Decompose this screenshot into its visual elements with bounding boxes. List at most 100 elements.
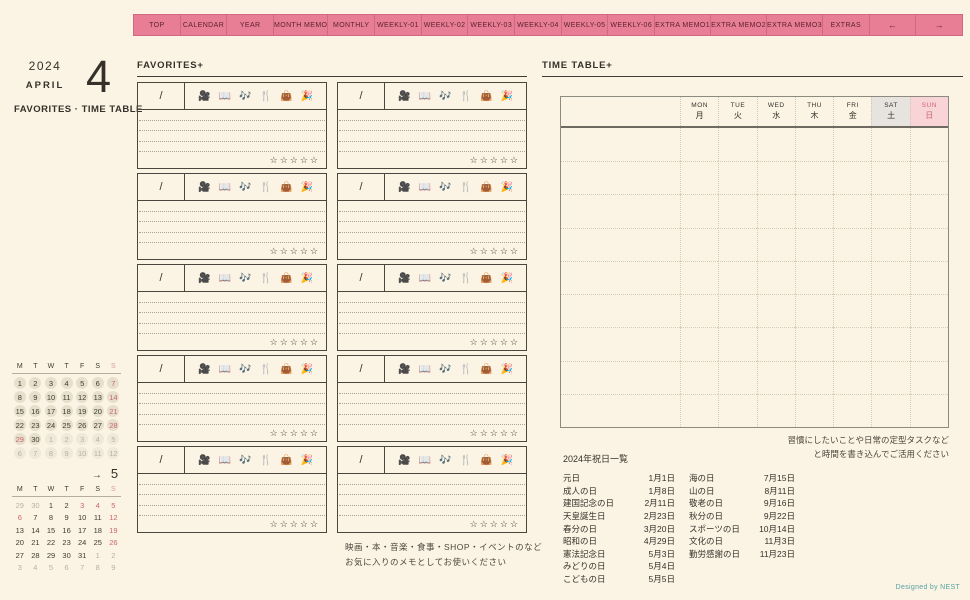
timetable-cell[interactable] (833, 360, 872, 394)
nav-tab-extra-memo3[interactable]: EXTRA MEMO3 (767, 15, 824, 35)
nav-tab-weekly-02[interactable]: WEEKLY-02 (422, 15, 469, 35)
date-field[interactable]: / (138, 83, 185, 109)
memo-line[interactable] (139, 506, 325, 516)
memo-line[interactable] (139, 292, 325, 303)
memo-line[interactable] (139, 233, 325, 243)
nav-tab-month-memo[interactable]: MONTH MEMO (274, 15, 329, 35)
timetable-cell[interactable] (909, 227, 948, 261)
memo-line[interactable] (339, 201, 525, 212)
timetable-cell[interactable] (909, 194, 948, 228)
memo-line[interactable] (139, 131, 325, 142)
memo-line[interactable] (339, 110, 525, 121)
nav-tab-weekly-01[interactable]: WEEKLY-01 (375, 15, 422, 35)
timetable-cell[interactable] (718, 260, 757, 295)
nav-arrow-next[interactable]: → (916, 15, 962, 35)
date-field[interactable]: / (138, 265, 185, 291)
timetable-cell[interactable] (718, 194, 757, 228)
date-field[interactable]: / (338, 174, 385, 200)
timetable-cell[interactable] (680, 128, 718, 162)
memo-line[interactable] (339, 212, 525, 222)
memo-line[interactable] (139, 415, 325, 425)
star-rating[interactable]: ☆☆☆☆☆ (338, 425, 526, 441)
timetable-cell[interactable] (680, 327, 719, 361)
timetable-cell[interactable] (871, 227, 910, 261)
date-field[interactable]: / (338, 265, 385, 291)
timetable-cell[interactable] (909, 327, 948, 361)
nav-tab-weekly-03[interactable]: WEEKLY-03 (468, 15, 516, 35)
memo-line[interactable] (339, 233, 525, 243)
timetable-cell[interactable] (756, 161, 795, 195)
star-rating[interactable]: ☆☆☆☆☆ (138, 516, 326, 532)
memo-line[interactable] (339, 415, 525, 425)
timetable-cell[interactable] (909, 294, 948, 328)
star-rating[interactable]: ☆☆☆☆☆ (338, 152, 526, 168)
memo-line[interactable] (139, 212, 325, 222)
memo-line[interactable] (339, 121, 525, 131)
memo-line[interactable] (339, 131, 525, 142)
memo-line[interactable] (339, 485, 525, 495)
timetable-cell[interactable] (680, 227, 719, 261)
timetable-cell[interactable] (756, 194, 795, 228)
memo-line[interactable] (339, 222, 525, 233)
timetable-cell[interactable] (833, 260, 872, 295)
timetable-cell[interactable] (794, 327, 834, 361)
timetable-cell[interactable] (871, 128, 909, 162)
timetable-cell[interactable] (871, 327, 910, 361)
timetable-cell[interactable] (718, 360, 757, 394)
timetable-cell[interactable] (794, 194, 834, 228)
memo-line[interactable] (339, 313, 525, 324)
next-month-link[interactable]: → 5 (12, 466, 121, 481)
nav-tab-top[interactable]: TOP (134, 15, 181, 35)
memo-line[interactable] (139, 303, 325, 313)
memo-line[interactable] (139, 121, 325, 131)
timetable-cell[interactable] (718, 128, 756, 162)
timetable-cell[interactable] (833, 294, 872, 328)
memo-line[interactable] (339, 324, 525, 334)
timetable-cell[interactable] (833, 161, 872, 195)
timetable-cell[interactable] (756, 294, 795, 328)
timetable-cell[interactable] (680, 294, 719, 328)
memo-line[interactable] (339, 292, 525, 303)
star-rating[interactable]: ☆☆☆☆☆ (138, 334, 326, 350)
timetable-cell[interactable] (718, 327, 757, 361)
star-rating[interactable]: ☆☆☆☆☆ (138, 243, 326, 259)
timetable-cell[interactable] (561, 227, 680, 261)
timetable-cell[interactable] (871, 194, 910, 228)
timetable-cell[interactable] (756, 227, 795, 261)
timetable-cell[interactable] (871, 161, 910, 195)
star-rating[interactable]: ☆☆☆☆☆ (138, 425, 326, 441)
nav-tab-year[interactable]: YEAR (227, 15, 275, 35)
timetable-cell[interactable] (756, 327, 795, 361)
timetable-cell[interactable] (794, 360, 834, 394)
timetable-cell[interactable] (561, 360, 680, 394)
timetable-cell[interactable] (680, 393, 719, 427)
memo-line[interactable] (139, 201, 325, 212)
nav-tab-weekly-05[interactable]: WEEKLY-05 (562, 15, 609, 35)
timetable-cell[interactable] (756, 260, 795, 295)
memo-line[interactable] (139, 404, 325, 415)
timetable-cell[interactable] (680, 360, 719, 394)
timetable-cell[interactable] (561, 161, 680, 194)
timetable-cell[interactable] (909, 360, 948, 394)
nav-tab-extras[interactable]: EXTRAS (823, 15, 870, 35)
memo-line[interactable] (139, 222, 325, 233)
timetable-cell[interactable] (909, 393, 948, 427)
timetable-cell[interactable] (871, 393, 910, 427)
timetable-cell[interactable] (833, 128, 871, 162)
timetable-cell[interactable] (561, 294, 680, 327)
timetable-cell[interactable] (756, 393, 795, 427)
timetable-cell[interactable] (909, 161, 948, 195)
memo-line[interactable] (139, 495, 325, 506)
timetable-cell[interactable] (561, 128, 680, 161)
date-field[interactable]: / (138, 174, 185, 200)
timetable-cell[interactable] (718, 161, 757, 195)
timetable-cell[interactable] (871, 260, 910, 295)
memo-line[interactable] (139, 485, 325, 495)
timetable-cell[interactable] (871, 360, 910, 394)
timetable-cell[interactable] (680, 194, 719, 228)
nav-tab-extra-memo1[interactable]: EXTRA MEMO1 (655, 15, 712, 35)
timetable-cell[interactable] (909, 260, 948, 295)
timetable-cell[interactable] (718, 294, 757, 328)
timetable-cell[interactable] (680, 161, 719, 195)
memo-line[interactable] (339, 383, 525, 394)
